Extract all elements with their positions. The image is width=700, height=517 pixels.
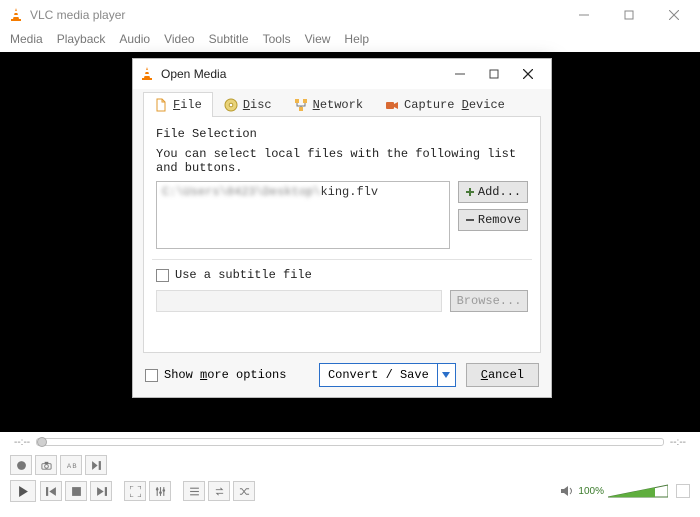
snapshot-button[interactable] <box>35 455 57 475</box>
window-title: VLC media player <box>30 8 125 22</box>
record-button[interactable] <box>10 455 32 475</box>
more-options-checkbox[interactable] <box>145 369 158 382</box>
dialog-maximize-button[interactable] <box>477 60 511 88</box>
dialog-close-button[interactable] <box>511 60 545 88</box>
playlist-button[interactable] <box>183 481 205 501</box>
network-icon <box>294 98 308 112</box>
fullscreen-button[interactable] <box>124 481 146 501</box>
file-icon <box>154 98 168 112</box>
open-media-dialog: Open Media File Disc Network <box>132 58 552 398</box>
elapsed-time[interactable]: --:-- <box>14 437 30 448</box>
svg-text:A: A <box>66 463 71 470</box>
tab-disc[interactable]: Disc <box>213 92 283 117</box>
menu-view[interactable]: View <box>305 32 331 46</box>
menu-help[interactable]: Help <box>344 32 369 46</box>
previous-button[interactable] <box>40 481 62 501</box>
frame-step-button[interactable] <box>85 455 107 475</box>
tab-file[interactable]: File <box>143 92 213 117</box>
file-selection-hint: You can select local files with the foll… <box>156 147 528 175</box>
menu-video[interactable]: Video <box>164 32 194 46</box>
next-button[interactable] <box>90 481 112 501</box>
volume-percent: 100% <box>578 486 604 497</box>
menu-media[interactable]: Media <box>10 32 43 46</box>
more-options-checkbox-row[interactable]: Show more options <box>145 368 286 382</box>
tab-network[interactable]: Network <box>283 92 374 117</box>
plus-icon <box>465 187 475 197</box>
add-button[interactable]: Add... <box>458 181 528 203</box>
shuffle-button[interactable] <box>233 481 255 501</box>
dialog-minimize-button[interactable] <box>443 60 477 88</box>
mini-toggle[interactable] <box>676 484 690 498</box>
menu-audio[interactable]: Audio <box>119 32 150 46</box>
dialog-title: Open Media <box>161 67 226 81</box>
seek-bar-row: --:-- --:-- <box>0 432 700 452</box>
svg-text:B: B <box>72 463 76 470</box>
loop-button[interactable] <box>208 481 230 501</box>
subtitle-checkbox-label: Use a subtitle file <box>175 268 312 282</box>
divider <box>152 259 532 260</box>
menu-tools[interactable]: Tools <box>263 32 291 46</box>
convert-save-dropdown[interactable] <box>437 364 455 386</box>
vlc-cone-icon <box>8 7 24 23</box>
dialog-footer: Show more options Convert / Save Cancel <box>133 353 551 397</box>
subtitle-checkbox[interactable] <box>156 269 169 282</box>
close-button[interactable] <box>651 0 696 30</box>
seek-slider[interactable] <box>36 438 664 446</box>
seek-handle[interactable] <box>37 437 47 447</box>
speaker-icon[interactable] <box>560 484 574 498</box>
extended-settings-button[interactable] <box>149 481 171 501</box>
dialog-tabbar: File Disc Network Capture Device <box>143 91 541 117</box>
browse-button: Browse... <box>450 290 528 312</box>
remove-button[interactable]: Remove <box>458 209 528 231</box>
menu-playback[interactable]: Playback <box>57 32 106 46</box>
video-area: Open Media File Disc Network <box>0 52 700 432</box>
vlc-cone-icon <box>139 66 155 82</box>
cancel-button[interactable]: Cancel <box>466 363 539 387</box>
main-titlebar: VLC media player <box>0 0 700 30</box>
loop-a-b-button[interactable]: AB <box>60 455 82 475</box>
file-panel: File Selection You can select local file… <box>143 117 541 353</box>
maximize-button[interactable] <box>606 0 651 30</box>
menubar: Media Playback Audio Video Subtitle Tool… <box>0 30 700 52</box>
capture-icon <box>385 98 399 112</box>
controls-toolbar: AB 100% <box>0 452 700 504</box>
play-button[interactable] <box>10 480 36 502</box>
subtitle-path-input <box>156 290 442 312</box>
subtitle-checkbox-row[interactable]: Use a subtitle file <box>156 268 528 282</box>
tab-capture-device[interactable]: Capture Device <box>374 92 516 117</box>
menu-subtitle[interactable]: Subtitle <box>209 32 249 46</box>
chevron-down-icon <box>442 372 450 378</box>
disc-icon <box>224 98 238 112</box>
file-selection-label: File Selection <box>156 127 528 141</box>
file-list[interactable]: C:\Users\0423\Desktop\king.flv <box>156 181 450 249</box>
volume-slider[interactable] <box>608 483 668 499</box>
stop-button[interactable] <box>65 481 87 501</box>
convert-save-button[interactable]: Convert / Save <box>319 363 456 387</box>
more-options-label: Show more options <box>164 368 286 382</box>
file-list-entry[interactable]: C:\Users\0423\Desktop\king.flv <box>162 185 444 199</box>
minus-icon <box>465 215 475 225</box>
dialog-titlebar[interactable]: Open Media <box>133 59 551 89</box>
minimize-button[interactable] <box>561 0 606 30</box>
remaining-time[interactable]: --:-- <box>670 437 686 448</box>
